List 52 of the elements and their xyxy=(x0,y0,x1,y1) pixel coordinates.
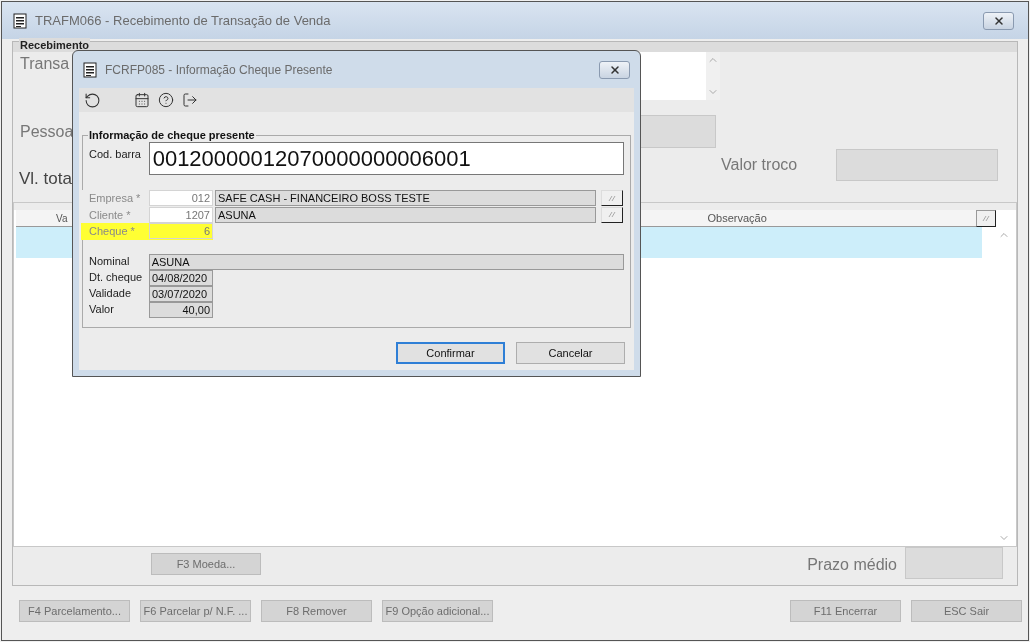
action-button[interactable]: ESC Sair xyxy=(911,600,1022,622)
action-button[interactable]: F11 Encerrar xyxy=(790,600,901,622)
barcode-field[interactable]: 00120000012070000000006001 xyxy=(148,142,624,175)
field-label: Valor xyxy=(89,302,115,318)
group-title: Informação de cheque presente xyxy=(88,128,256,142)
document-icon xyxy=(83,61,97,78)
dialog-title: FCRFP085 - Informação Cheque Presente xyxy=(105,61,333,79)
change-field[interactable] xyxy=(836,149,999,181)
lookup-icon xyxy=(608,211,616,219)
column-header: Observação xyxy=(707,210,767,226)
document-icon xyxy=(13,12,27,29)
close-button[interactable] xyxy=(983,11,1014,30)
field-label: Cod. barra xyxy=(89,147,142,162)
dialog-button[interactable]: Cancelar xyxy=(516,342,625,364)
close-button[interactable] xyxy=(599,60,630,79)
exit-icon[interactable] xyxy=(182,92,198,108)
code-field[interactable]: 6 xyxy=(149,223,213,240)
group-title: Recebimento xyxy=(19,38,91,52)
close-icon xyxy=(608,63,621,76)
action-button[interactable]: F4 Parcelamento... xyxy=(19,600,130,622)
calendar-icon[interactable] xyxy=(134,92,150,108)
action-button[interactable]: F9 Opção adicional... xyxy=(382,600,493,622)
field-label: Pessoa xyxy=(20,122,75,142)
field-label: Empresa * xyxy=(89,191,142,206)
field-label: Cliente * xyxy=(89,207,132,223)
window-title: TRAFM066 - Recebimento de Transação de Venda xyxy=(35,11,331,30)
code-field[interactable]: 012 xyxy=(149,190,213,207)
name-field: ASUNA xyxy=(215,206,596,223)
column-chooser-button[interactable] xyxy=(976,210,996,227)
column-header: Va xyxy=(56,211,68,226)
field-label: Valor troco xyxy=(721,155,798,175)
field-label: Nominal xyxy=(89,254,131,270)
close-icon xyxy=(992,14,1005,27)
lookup-button[interactable] xyxy=(601,206,623,223)
value-field: ASUNA xyxy=(148,253,624,270)
lookup-icon xyxy=(608,194,616,202)
action-button[interactable]: F3 Moeda... xyxy=(151,553,261,576)
field-label: Cheque * xyxy=(89,224,136,239)
help-icon[interactable] xyxy=(158,92,174,108)
dialog-button[interactable]: Confirmar xyxy=(396,342,505,364)
lookup-button[interactable] xyxy=(601,190,623,207)
field-label: Validade xyxy=(89,286,132,302)
action-button[interactable]: F8 Remover xyxy=(261,600,372,622)
lookup-icon xyxy=(982,215,990,222)
field-label: Prazo médio xyxy=(807,554,897,575)
undo-icon[interactable] xyxy=(84,91,101,109)
field-label: Vl. tota xyxy=(19,168,73,191)
field-label: Dt. cheque xyxy=(89,270,144,286)
average-term-field[interactable] xyxy=(905,547,1003,579)
field-label: Transa xyxy=(20,54,71,74)
name-field: SAFE CASH - FINANCEIRO BOSS TESTE xyxy=(215,190,596,207)
action-button[interactable]: F6 Parcelar p/ N.F. ... xyxy=(140,600,251,622)
